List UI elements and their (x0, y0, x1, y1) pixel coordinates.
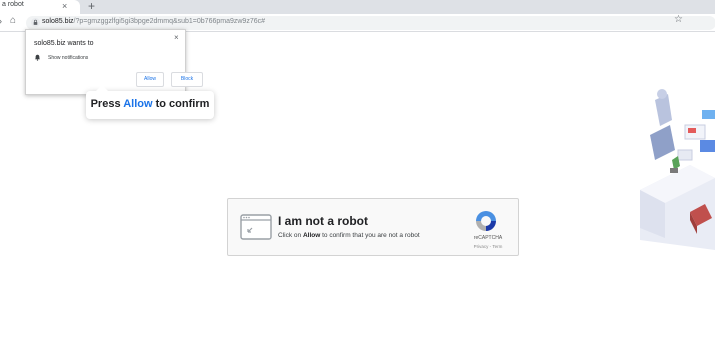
browser-window-icon (240, 214, 272, 240)
tab-active[interactable]: a robot × (0, 0, 80, 14)
captcha-sub-prefix: Click on (278, 232, 303, 239)
bubble-text: Press Allow to confirm (86, 98, 214, 110)
captcha-title: I am not a robot (278, 214, 368, 228)
url-domain: solo85.biz (42, 18, 74, 25)
address-bar[interactable]: solo85.biz/?p=gmzggzlfgi5gi3bpge2dmmq&su… (26, 16, 715, 30)
tab-close-icon[interactable]: × (62, 0, 67, 12)
home-icon[interactable]: ⌂ (10, 15, 16, 26)
captcha-sub-suffix: to confirm that you are not a robot (320, 232, 420, 239)
permission-title: solo85.biz wants to (34, 40, 94, 47)
bell-icon (34, 54, 41, 61)
close-icon[interactable]: × (174, 33, 179, 42)
tab-title: a robot (2, 1, 24, 8)
captcha-subtitle: Click on Allow to confirm that you are n… (278, 232, 420, 239)
url-text[interactable]: solo85.biz/?p=gmzggzlfgi5gi3bpge2dmmq&su… (42, 18, 265, 25)
permission-item-text: Show notifications (48, 55, 89, 61)
captcha-links[interactable]: Privacy - Term (462, 244, 514, 249)
tab-strip: a robot × + (0, 0, 715, 14)
bookmark-star-icon[interactable]: ☆ (674, 14, 683, 25)
recaptcha-logo-icon (476, 211, 496, 231)
bubble-suffix: to confirm (152, 98, 210, 110)
url-path: /?p=gmzggzlfgi5gi3bpge2dmmq&sub1=0b766pm… (73, 18, 265, 25)
bubble-highlight: Allow (123, 98, 153, 110)
isometric-illustration (640, 89, 715, 250)
captcha-sub-bold: Allow (302, 232, 321, 239)
bubble-arrow (96, 85, 108, 91)
captcha-brand: reCAPTCHA (473, 235, 503, 241)
allow-button[interactable]: Allow (136, 72, 164, 87)
forward-icon[interactable]: › (0, 16, 2, 26)
lock-icon[interactable] (31, 18, 40, 27)
bubble-prefix: Press (90, 98, 124, 110)
captcha-box[interactable]: I am not a robot Click on Allow to confi… (227, 198, 519, 256)
new-tab-icon[interactable]: + (88, 0, 95, 13)
press-allow-bubble: Press Allow to confirm (86, 85, 214, 119)
block-button[interactable]: Block (171, 72, 203, 87)
